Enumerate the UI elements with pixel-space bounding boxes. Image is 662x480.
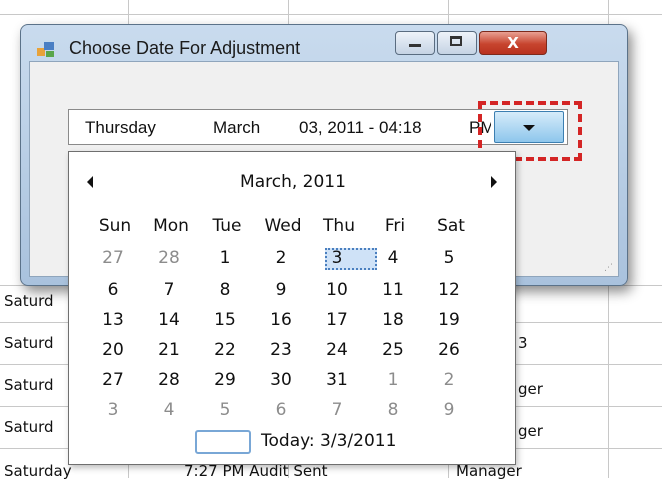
calendar-day[interactable]: 14 (141, 310, 197, 330)
calendar-day[interactable]: 11 (365, 280, 421, 300)
dialog-title: Choose Date For Adjustment (69, 38, 301, 58)
calendar-day[interactable]: 21 (141, 340, 197, 360)
calendar-day[interactable]: 26 (421, 340, 477, 360)
calendar-day[interactable]: 7 (309, 400, 365, 420)
close-icon: X (507, 34, 519, 52)
calendar-day[interactable]: 19 (421, 310, 477, 330)
weekday-header: Wed (264, 216, 302, 236)
calendar-day[interactable]: 7 (141, 280, 197, 300)
calendar-day[interactable]: 6 (85, 280, 141, 300)
weekday-header: Sun (98, 216, 132, 236)
calendar-day[interactable]: 4 (365, 248, 421, 268)
calendar-day[interactable]: 2 (253, 248, 309, 268)
calendar-day[interactable]: 15 (197, 310, 253, 330)
calendar-day[interactable]: 24 (309, 340, 365, 360)
bg-row-day: Saturd (4, 292, 54, 310)
app-icon (37, 42, 54, 57)
minimize-button[interactable] (395, 31, 435, 55)
bg-row-day: Saturd (4, 376, 54, 394)
calendar-day[interactable]: 31 (309, 370, 365, 390)
calendar-day[interactable]: 18 (365, 310, 421, 330)
today-marker (195, 430, 251, 454)
calendar-day[interactable]: 5 (197, 400, 253, 420)
dtp-weekday[interactable]: Thursday (85, 118, 156, 138)
calendar-day[interactable]: 4 (141, 400, 197, 420)
resize-grip-icon[interactable]: ⋰ (604, 263, 614, 273)
calendar-day[interactable]: 29 (197, 370, 253, 390)
calendar-day[interactable]: 27 (85, 370, 141, 390)
dtp-month[interactable]: March (213, 118, 260, 138)
calendar-day[interactable]: 1 (365, 370, 421, 390)
bg-row-day: Saturd (4, 334, 54, 352)
maximize-icon (450, 36, 462, 46)
calendar-day[interactable]: 10 (309, 280, 365, 300)
calendar-day-selected[interactable]: 3 (309, 248, 365, 268)
calendar-day[interactable]: 16 (253, 310, 309, 330)
calendar-day[interactable]: 9 (253, 280, 309, 300)
calendar-day[interactable]: 13 (85, 310, 141, 330)
calendar-day[interactable]: 20 (85, 340, 141, 360)
bg-row-day: Saturd (4, 418, 54, 436)
weekday-header: Tue (212, 216, 242, 236)
bg-row-day: Saturday (4, 462, 72, 480)
calendar-day[interactable]: 1 (197, 248, 253, 268)
calendar-day[interactable]: 2 (421, 370, 477, 390)
calendar-day[interactable]: 28 (141, 248, 197, 268)
bg-row-right: ger (518, 380, 543, 398)
weekday-header: Fri (384, 216, 406, 236)
calendar-day[interactable]: 22 (197, 340, 253, 360)
weekday-header: Mon (153, 216, 189, 236)
calendar-day[interactable]: 8 (197, 280, 253, 300)
calendar-day[interactable]: 17 (309, 310, 365, 330)
bg-row-right: ger (518, 422, 543, 440)
calendar-day[interactable]: 5 (421, 248, 477, 268)
weekday-header: Sat (437, 216, 465, 236)
dtp-date-time[interactable]: 03, 2011 - 04:18 (299, 118, 422, 138)
calendar-day[interactable]: 6 (253, 400, 309, 420)
calendar-popup: March, 2011 Today: 3/3/2011 Sun Mon Tue Wed… (68, 151, 516, 465)
calendar-day[interactable]: 9 (421, 400, 477, 420)
calendar-day[interactable]: 28 (141, 370, 197, 390)
calendar-day[interactable]: 23 (253, 340, 309, 360)
calendar-day[interactable]: 3 (85, 400, 141, 420)
calendar-day[interactable]: 12 (421, 280, 477, 300)
close-button[interactable]: X (479, 31, 547, 55)
grid-line (0, 14, 662, 15)
calendar-day[interactable]: 25 (365, 340, 421, 360)
minimize-icon (409, 44, 421, 47)
calendar-month-title[interactable]: March, 2011 (69, 172, 517, 192)
next-month-icon[interactable] (491, 176, 497, 188)
calendar-day[interactable]: 27 (85, 248, 141, 268)
maximize-button[interactable] (437, 31, 477, 55)
today-link[interactable]: Today: 3/3/2011 (261, 431, 396, 451)
calendar-day[interactable]: 8 (365, 400, 421, 420)
bg-row-right: 3 (518, 334, 528, 352)
weekday-header: Thu (323, 216, 355, 236)
calendar-day[interactable]: 30 (253, 370, 309, 390)
